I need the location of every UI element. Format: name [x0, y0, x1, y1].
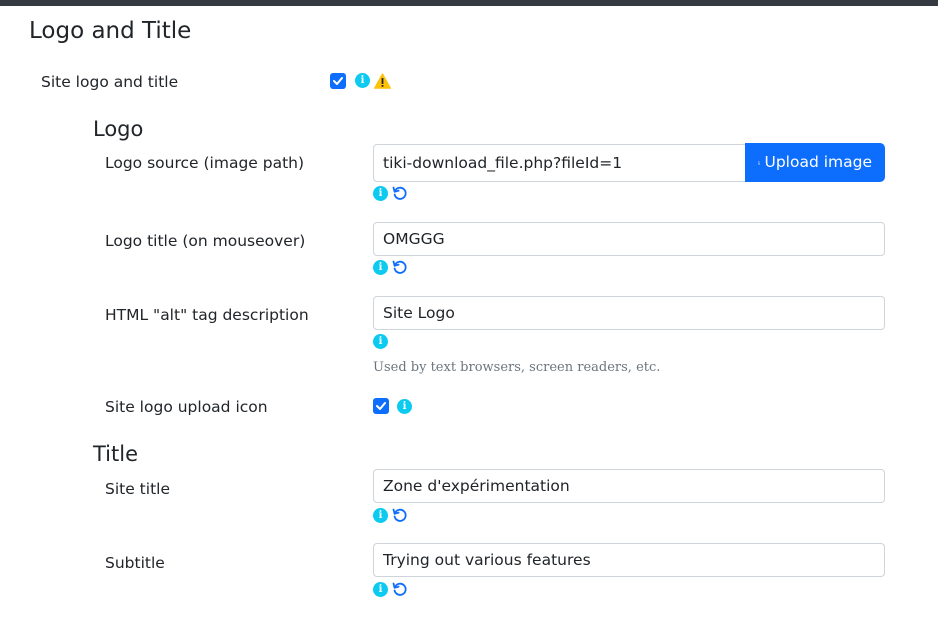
subtitle-input[interactable]: Trying out various features — [373, 543, 885, 577]
site-title-label: Site title — [105, 480, 170, 498]
title-heading: Title — [93, 442, 139, 466]
subtitle-label: Subtitle — [105, 554, 165, 572]
info-icon[interactable]: i — [355, 73, 370, 88]
info-icon[interactable]: i — [373, 582, 388, 597]
info-icon[interactable]: i — [373, 334, 388, 349]
alt-tag-input[interactable]: Site Logo — [373, 296, 885, 330]
reset-icon[interactable] — [392, 507, 408, 523]
alt-tag-label: HTML "alt" tag description — [105, 306, 309, 324]
logo-heading: Logo — [93, 117, 144, 141]
info-icon[interactable]: i — [373, 508, 388, 523]
logo-title-input[interactable]: OMGGG — [373, 222, 885, 256]
top-bar — [0, 0, 938, 6]
site-logo-and-title-checkbox[interactable] — [330, 73, 346, 89]
logo-title-label: Logo title (on mouseover) — [105, 232, 306, 250]
reset-icon[interactable] — [392, 259, 408, 275]
info-icon[interactable]: i — [373, 186, 388, 201]
warning-icon[interactable] — [374, 73, 391, 89]
check-icon — [376, 402, 386, 410]
reset-icon[interactable] — [392, 185, 408, 201]
alt-tag-hint: Used by text browsers, screen readers, e… — [373, 360, 661, 375]
info-icon[interactable]: i — [397, 399, 412, 414]
site-logo-and-title-label: Site logo and title — [41, 73, 179, 91]
info-icon[interactable]: i — [373, 260, 388, 275]
reset-icon[interactable] — [392, 581, 408, 597]
page-title: Logo and Title — [29, 18, 192, 44]
logo-source-label: Logo source (image path) — [105, 154, 305, 172]
upload-image-label: Upload image — [764, 153, 872, 171]
site-logo-upload-icon-label: Site logo upload icon — [105, 398, 268, 416]
upload-image-button[interactable]: Upload image — [745, 143, 885, 182]
check-icon — [333, 77, 343, 85]
site-logo-upload-icon-checkbox[interactable] — [373, 398, 389, 414]
logo-source-input[interactable]: tiki-download_file.php?fileId=1 — [373, 144, 746, 182]
site-title-input[interactable]: Zone d'expérimentation — [373, 469, 885, 503]
image-file-icon — [758, 161, 761, 164]
